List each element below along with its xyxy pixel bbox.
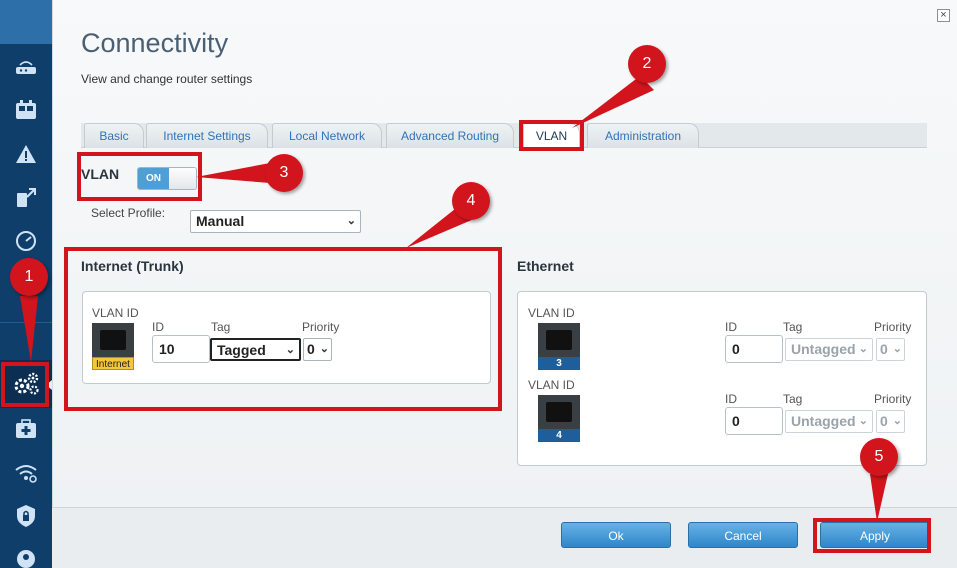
annotation-box-vlan-tab [519,120,584,151]
vlan-id-label: VLAN ID [528,306,575,320]
wireless-icon[interactable] [11,458,41,488]
port3-tag-value: Untagged [791,341,856,357]
annotation-box-internet-trunk [64,247,502,411]
port3-tag-select[interactable]: Untagged ⌄ [785,338,873,361]
port-number: 4 [538,429,580,442]
id-label: ID [725,392,737,406]
cancel-button[interactable]: Cancel [688,522,798,548]
annotation-step-5: 5 [860,438,898,476]
sidebar-top-strip [0,0,52,44]
chevron-down-icon: ⌄ [858,343,868,355]
tab-administration[interactable]: Administration [587,123,699,148]
tab-advanced-routing[interactable]: Advanced Routing [386,123,514,148]
profile-select-value: Manual [196,213,245,229]
id-label: ID [725,320,737,334]
page-subtitle: View and change router settings [81,72,253,86]
close-icon[interactable]: × [937,9,950,22]
select-profile-label: Select Profile: [91,206,166,220]
profile-select[interactable]: Manual ⌄ [190,210,361,233]
ethernet-port-3: 3 [538,323,580,370]
annotation-step-4: 4 [452,182,490,220]
annotation-box-apply [813,518,931,553]
port4-tag-value: Untagged [791,413,856,429]
devices-icon[interactable] [11,95,41,125]
annotation-box-vlan-toggle [77,152,202,201]
chevron-down-icon: ⌄ [892,343,902,355]
ethernet-port-icon [538,395,580,429]
tab-internet-settings[interactable]: Internet Settings [146,123,268,148]
port3-priority-select[interactable]: 0 ⌄ [876,338,905,361]
port-number: 3 [538,357,580,370]
troubleshooting-icon[interactable] [11,414,41,444]
port4-priority-value: 0 [880,413,888,429]
annotation-step-3: 3 [265,154,303,192]
priority-label: Priority [874,392,912,406]
annotation-step-2: 2 [628,45,666,83]
chevron-down-icon: ⌄ [892,415,902,427]
chevron-down-icon: ⌄ [858,415,868,427]
port3-id-input[interactable]: 0 [725,335,783,363]
ethernet-port-4: 4 [538,395,580,442]
vlan-id-label: VLAN ID [528,378,575,392]
priority-label: Priority [874,320,912,334]
speed-test-icon[interactable] [11,226,41,256]
page-title: Connectivity [81,28,229,58]
network-map-icon[interactable] [11,139,41,169]
user-icon[interactable] [11,544,41,568]
ethernet-port-icon [538,323,580,357]
router-icon[interactable] [11,52,41,82]
port3-priority-value: 0 [880,341,888,357]
annotation-step-1: 1 [10,258,48,296]
tag-label: Tag [783,320,803,334]
port4-priority-select[interactable]: 0 ⌄ [876,410,905,433]
sidebar-divider [0,322,52,323]
tag-label: Tag [783,392,803,406]
tab-local-network[interactable]: Local Network [272,123,382,148]
port4-id-input[interactable]: 0 [725,407,783,435]
port4-tag-select[interactable]: Untagged ⌄ [785,410,873,433]
ethernet-title: Ethernet [517,258,574,274]
external-storage-icon[interactable] [11,182,41,212]
security-icon[interactable] [11,501,41,531]
tab-basic[interactable]: Basic [84,123,144,148]
annotation-box-settings [1,362,49,407]
ok-button[interactable]: Ok [561,522,671,548]
chevron-down-icon: ⌄ [346,215,356,227]
